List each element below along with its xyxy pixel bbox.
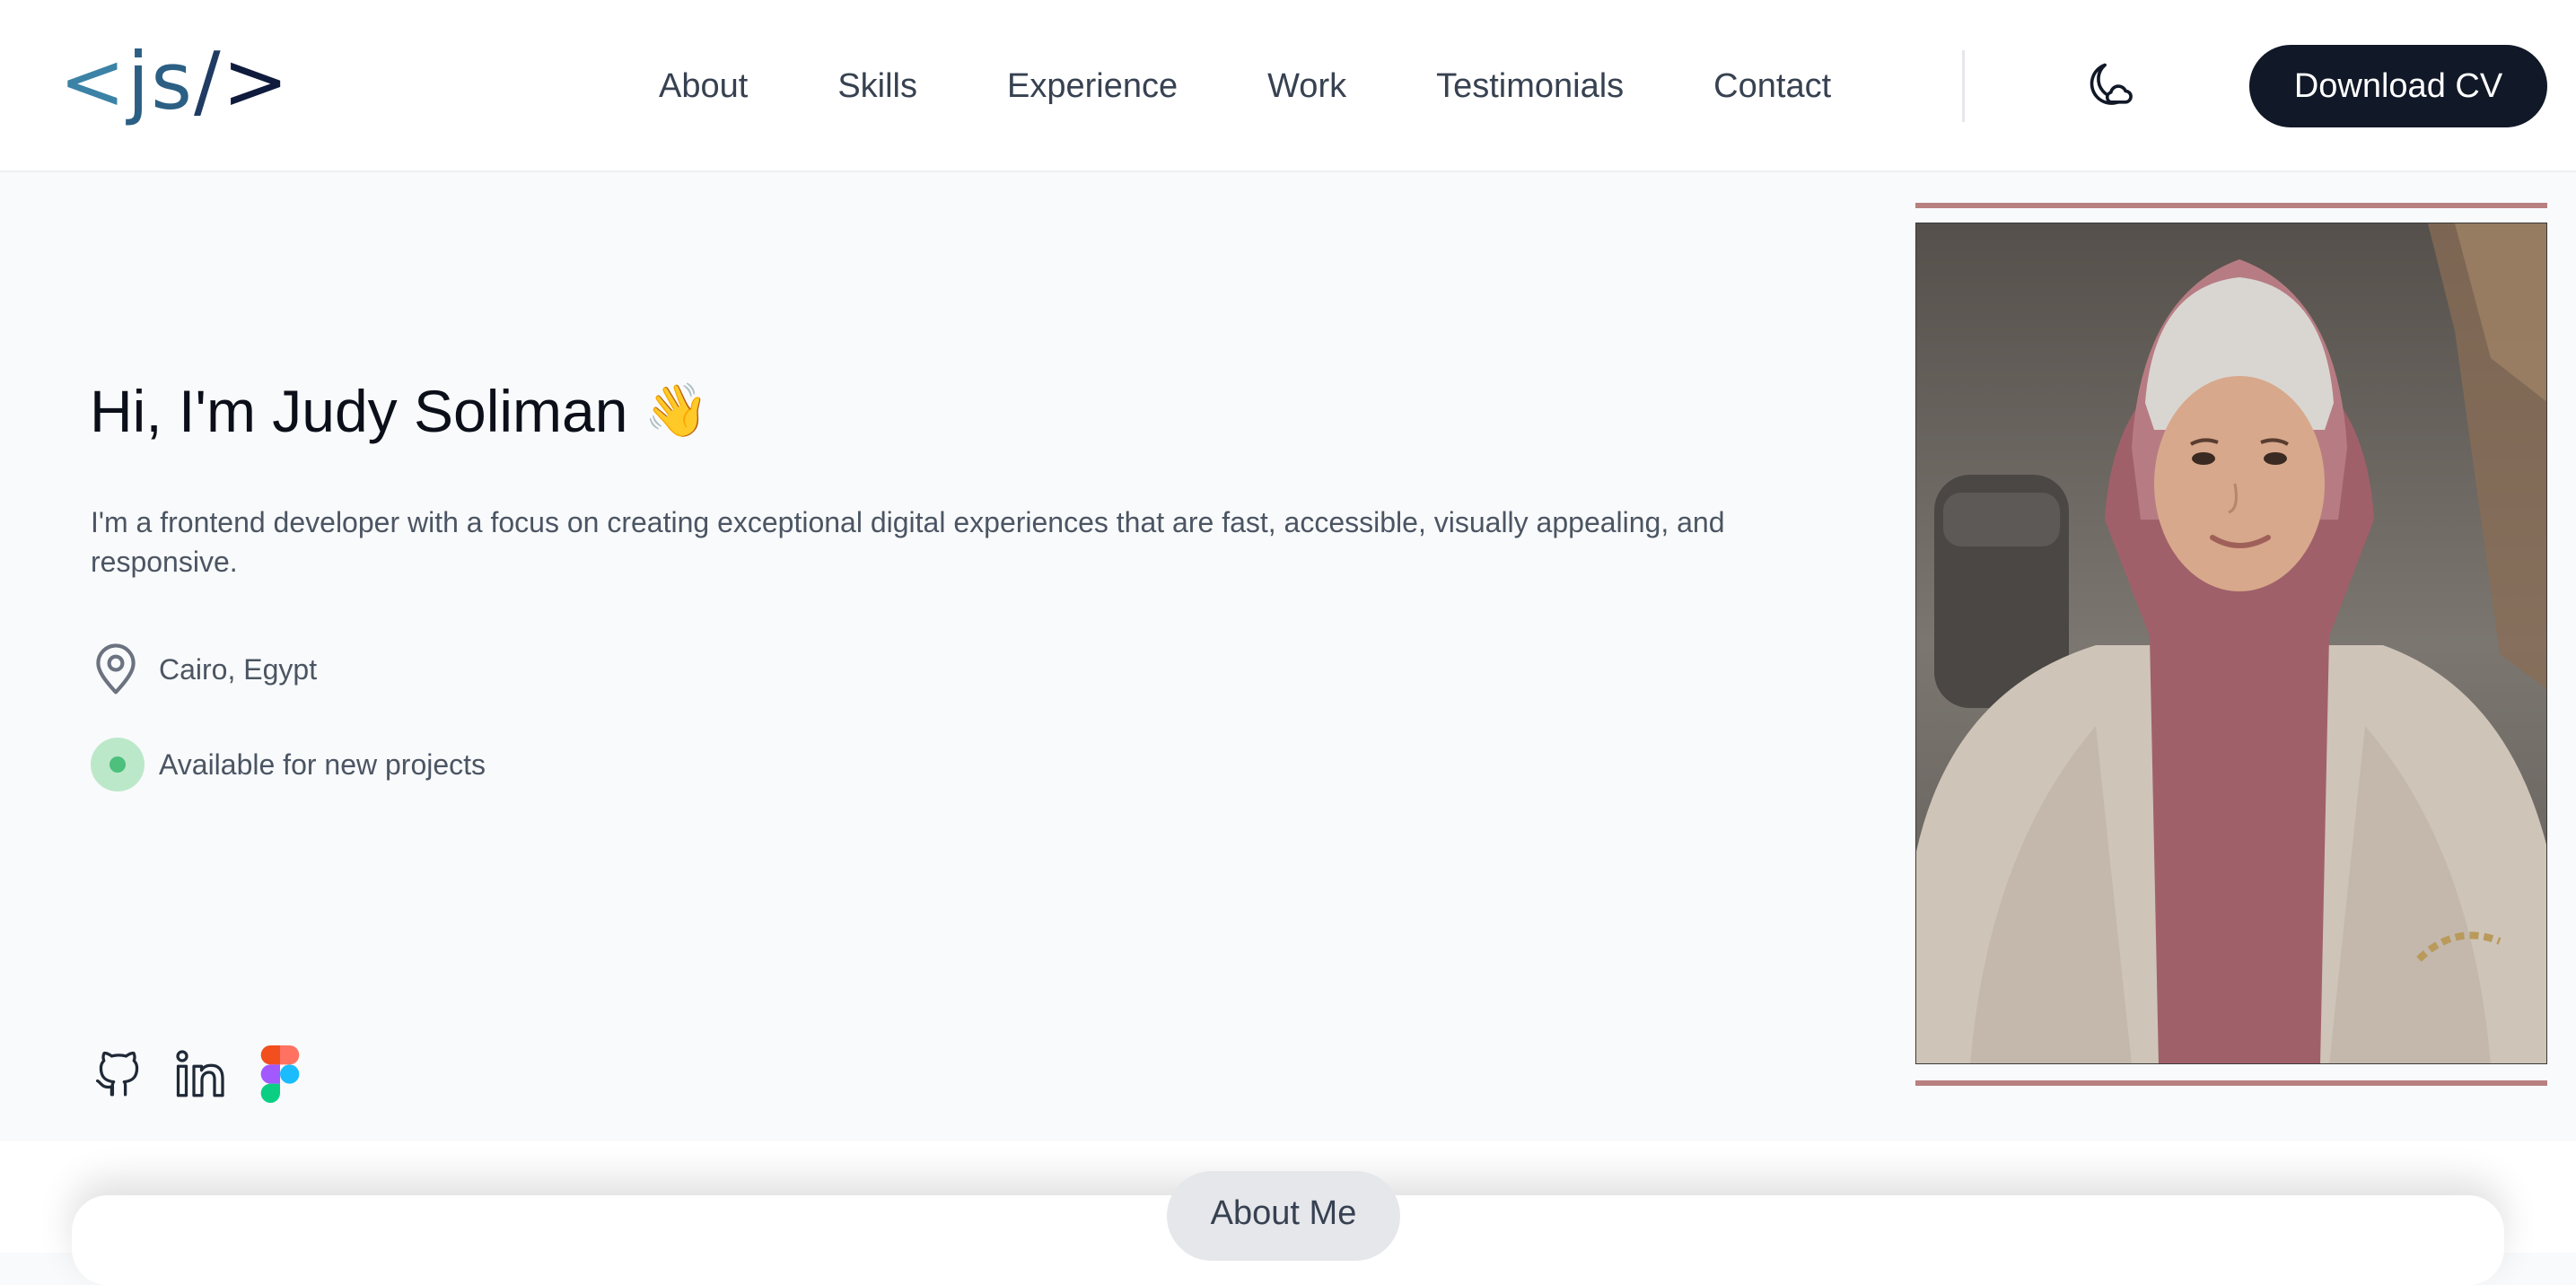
github-icon bbox=[95, 1051, 139, 1097]
profile-photo bbox=[1915, 223, 2547, 1064]
nav-link-skills[interactable]: Skills bbox=[837, 67, 917, 106]
linkedin-link[interactable] bbox=[173, 1047, 232, 1101]
nav-link-testimonials[interactable]: Testimonials bbox=[1436, 67, 1624, 106]
location-text: Cairo, Egypt bbox=[159, 652, 318, 686]
profile-photo-frame bbox=[1915, 203, 2547, 1086]
nav-link-contact[interactable]: Contact bbox=[1713, 67, 1831, 106]
linkedin-icon bbox=[176, 1050, 224, 1097]
location-row: Cairo, Egypt bbox=[91, 641, 317, 698]
logo-slash: / bbox=[194, 35, 223, 127]
logo-gt: > bbox=[222, 35, 291, 127]
figma-link[interactable] bbox=[259, 1045, 301, 1103]
site-logo[interactable]: < js / > bbox=[59, 32, 290, 131]
status-indicator bbox=[91, 738, 145, 791]
availability-status: Available for new projects bbox=[91, 736, 486, 793]
github-link[interactable] bbox=[91, 1045, 146, 1104]
portrait-illustration bbox=[1916, 223, 2546, 1063]
nav-link-about[interactable]: About bbox=[659, 67, 748, 106]
map-pin-icon bbox=[96, 643, 136, 695]
status-dot-inner bbox=[110, 756, 126, 773]
moon-icon bbox=[2090, 63, 2133, 105]
photo-frame-top-bar bbox=[1915, 203, 2547, 208]
nav-divider bbox=[1962, 50, 1965, 122]
theme-toggle-button[interactable] bbox=[2077, 56, 2140, 118]
about-me-badge: About Me bbox=[1167, 1171, 1400, 1261]
nav-link-work[interactable]: Work bbox=[1267, 67, 1346, 106]
photo-frame-bottom-bar bbox=[1915, 1080, 2547, 1086]
social-links bbox=[91, 1045, 301, 1104]
download-cv-button[interactable]: Download CV bbox=[2249, 45, 2547, 127]
logo-lt: < bbox=[59, 35, 127, 127]
figma-icon bbox=[260, 1045, 300, 1103]
hero-intro: I'm a frontend developer with a focus on… bbox=[91, 506, 1725, 578]
waving-hand-icon: 👋 bbox=[644, 381, 709, 440]
main-nav: About Skills Experience Work Testimonial… bbox=[659, 0, 1831, 172]
logo-js: js bbox=[127, 35, 195, 127]
hero-greeting: Hi, I'm Judy Soliman 👋 bbox=[90, 377, 709, 445]
status-text: Available for new projects bbox=[159, 747, 486, 781]
site-header: < js / > About Skills Experience Work Testi… bbox=[0, 0, 2576, 172]
hero-heading: Hi, I'm Judy Soliman bbox=[90, 378, 628, 444]
nav-link-experience[interactable]: Experience bbox=[1007, 67, 1178, 106]
